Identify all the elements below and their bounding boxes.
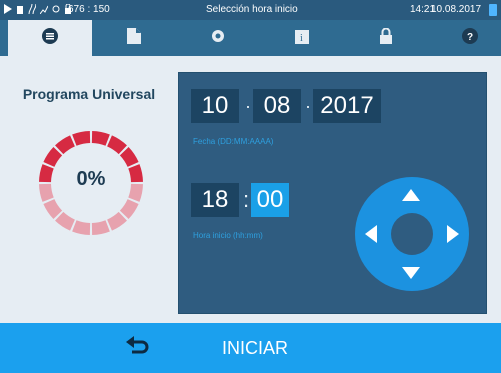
chart-icon: [39, 4, 49, 15]
tab-settings[interactable]: [176, 20, 260, 56]
progress-segment: [72, 131, 91, 146]
info-icon: i: [294, 28, 310, 49]
start-button[interactable]: INICIAR: [222, 338, 288, 359]
progress-segment: [91, 220, 110, 235]
tab-document[interactable]: [92, 20, 176, 56]
date-separator: ·: [245, 96, 251, 116]
day-field[interactable]: 10: [191, 89, 239, 123]
year-field[interactable]: 2017: [313, 89, 381, 123]
tab-info[interactable]: i: [260, 20, 344, 56]
status-icons: [4, 3, 72, 15]
steam-icon: [28, 3, 37, 15]
status-bar: 676 : 150 Selección hora inicio 14:21 10…: [0, 0, 501, 20]
back-button[interactable]: [110, 331, 166, 365]
progress-segment: [91, 131, 110, 146]
schedule-panel: 10 · 08 · 2017 Fecha (DD:MM:AAAA) 18 : 0…: [178, 72, 487, 314]
play-icon: [4, 4, 12, 14]
dpad-down-button[interactable]: [402, 267, 420, 279]
tab-bar: i ?: [0, 20, 501, 56]
clock-date: 10.08.2017: [431, 4, 482, 15]
svg-text:?: ?: [467, 32, 473, 43]
dpad-right-button[interactable]: [447, 225, 459, 243]
screen-title: Selección hora inicio: [206, 4, 298, 15]
dpad-center: [391, 213, 433, 255]
coords-readout: 676 : 150: [68, 4, 110, 15]
progress-segment: [55, 211, 76, 231]
help-icon: ?: [462, 27, 478, 49]
month-field[interactable]: 08: [253, 89, 301, 123]
progress-segment: [55, 135, 76, 155]
dpad-left-button[interactable]: [365, 225, 377, 243]
time-separator: :: [243, 187, 250, 212]
water-icon: [16, 4, 24, 14]
tab-menu[interactable]: [8, 20, 92, 56]
progress-segment: [72, 220, 91, 235]
clock-icon: [52, 4, 60, 14]
date-format-label: Fecha (DD:MM:AAAA): [193, 137, 274, 146]
app-frame: 676 : 150 Selección hora inicio 14:21 10…: [0, 0, 501, 373]
dpad-up-button[interactable]: [402, 189, 420, 201]
progress-segment: [43, 198, 63, 219]
minute-field[interactable]: 00: [251, 183, 289, 217]
program-title: Programa Universal: [22, 86, 156, 102]
back-arrow-icon: [126, 335, 150, 361]
dpad-icon: [355, 177, 469, 291]
progress-segment: [43, 147, 63, 168]
progress-segment: [119, 198, 139, 219]
progress-segment: [106, 211, 127, 231]
gear-icon: [210, 28, 226, 49]
lock-icon: [379, 27, 393, 49]
hour-field[interactable]: 18: [191, 183, 239, 217]
progress-segment: [119, 147, 139, 168]
date-separator-2: ·: [305, 96, 311, 116]
tab-help[interactable]: ?: [428, 20, 501, 56]
status-indicator: [489, 4, 497, 16]
bottom-bar: INICIAR: [0, 323, 501, 373]
program-panel: Programa Universal 0%: [0, 56, 178, 323]
document-icon: [127, 27, 141, 49]
menu-icon: [42, 27, 58, 49]
progress-percent: 0%: [76, 168, 106, 190]
time-format-label: Hora inicio (hh:mm): [193, 231, 263, 240]
tab-lock[interactable]: [344, 20, 428, 56]
svg-text:i: i: [300, 33, 303, 44]
progress-segment: [106, 135, 127, 155]
